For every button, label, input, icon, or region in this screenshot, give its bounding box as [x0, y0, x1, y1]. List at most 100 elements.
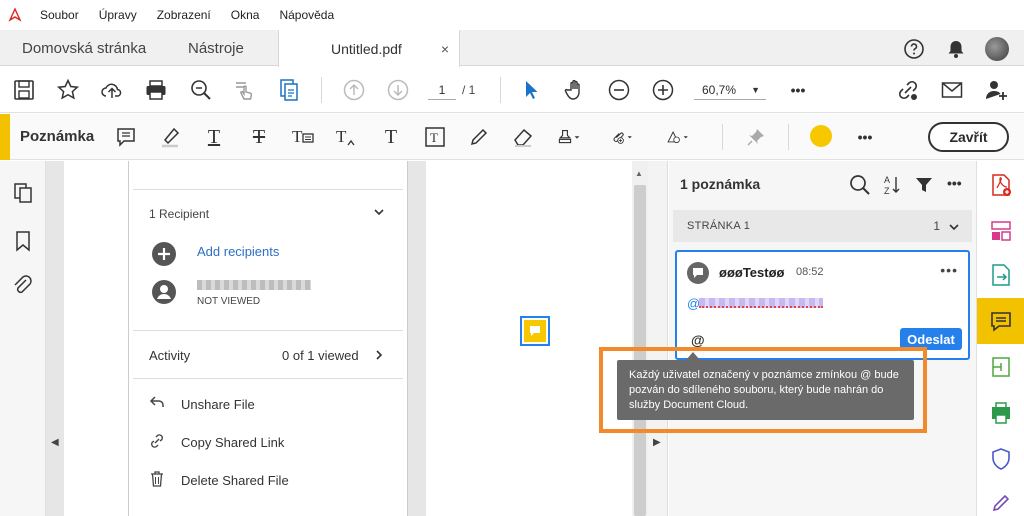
menu-view[interactable]: Zobrazení	[147, 8, 221, 22]
svg-text:A: A	[884, 175, 890, 185]
page-group-count: 1	[933, 219, 940, 233]
underline-text-icon[interactable]: T	[202, 125, 226, 149]
collapse-left-icon[interactable]: ◀	[51, 437, 59, 448]
comment-card[interactable]: øøøTestøø 08:52 ••• @ @ Odeslat	[675, 250, 970, 360]
chevron-down-icon: ▼	[751, 85, 760, 95]
tab-close-icon[interactable]: ×	[441, 41, 449, 57]
activity-chevron-icon[interactable]	[373, 348, 385, 366]
print-production-icon[interactable]	[989, 401, 1013, 425]
tab-tools[interactable]: Nástroje	[188, 30, 244, 66]
trash-icon	[150, 471, 164, 492]
tab-bar: Domovská stránka Nástroje Untitled.pdf ×	[0, 30, 1024, 67]
more-tools-icon[interactable]: •••	[786, 78, 810, 102]
add-text-icon[interactable]: T	[379, 125, 403, 149]
zoom-out-icon[interactable]	[607, 78, 631, 102]
page-group-chevron-icon[interactable]	[948, 220, 960, 238]
touch-mode-icon[interactable]	[233, 78, 257, 102]
fill-sign-icon[interactable]	[989, 491, 1013, 515]
save-icon[interactable]	[12, 78, 36, 102]
zoom-select[interactable]: 60,7% ▼	[694, 80, 766, 100]
page-group-label: STRÁNKA 1	[687, 220, 751, 232]
close-comment-button[interactable]: Zavřít	[928, 122, 1009, 152]
add-user-icon[interactable]	[984, 78, 1008, 102]
menu-edit[interactable]: Úpravy	[89, 8, 147, 22]
create-pdf-icon[interactable]	[277, 78, 301, 102]
create-pdf-tool-icon[interactable]	[989, 173, 1013, 197]
color-picker-icon[interactable]	[810, 125, 832, 147]
organize-pages-icon[interactable]	[989, 219, 1013, 243]
activity-value[interactable]: 0 of 1 viewed	[282, 348, 359, 363]
insert-text-icon[interactable]: T	[335, 125, 359, 149]
strikethrough-text-icon[interactable]: T	[247, 125, 271, 149]
svg-text:T: T	[336, 127, 347, 146]
more-comment-tools-icon[interactable]: •••	[853, 125, 877, 149]
attach-icon[interactable]	[610, 125, 634, 149]
page-number-input[interactable]: 1	[428, 80, 456, 100]
comment-note-icon	[524, 320, 546, 342]
add-recipients-link[interactable]: Add recipients	[197, 244, 279, 259]
menu-file[interactable]: Soubor	[30, 8, 89, 22]
recipients-chevron-icon[interactable]	[373, 205, 385, 223]
comment-tool-icon[interactable]	[989, 309, 1013, 333]
comment-type-icon	[687, 262, 709, 284]
search-icon[interactable]	[849, 174, 871, 201]
export-pdf-icon[interactable]	[989, 263, 1013, 287]
comments-panel: 1 poznámka AZ ••• STRÁNKA 1 1 øøøTestøø …	[669, 161, 976, 516]
replace-text-icon[interactable]: T	[291, 125, 315, 149]
reply-at-input[interactable]: @	[691, 332, 705, 348]
comment-more-icon[interactable]: •••	[940, 262, 958, 278]
callout-highlight	[599, 347, 927, 433]
find-text-icon[interactable]	[189, 78, 213, 102]
star-icon[interactable]	[56, 78, 80, 102]
recipients-header: 1 Recipient	[149, 207, 210, 221]
zoom-in-icon[interactable]	[651, 78, 675, 102]
email-icon[interactable]	[940, 78, 964, 102]
sticky-note-icon[interactable]	[114, 125, 138, 149]
pencil-icon[interactable]	[467, 125, 491, 149]
delete-shared-file-button[interactable]: Delete Shared File	[181, 473, 289, 488]
page-thumbnails-icon[interactable]	[11, 181, 35, 205]
print-icon[interactable]	[144, 78, 168, 102]
edit-pdf-icon[interactable]	[989, 355, 1013, 379]
text-box-icon[interactable]: T	[423, 125, 447, 149]
stamp-icon[interactable]	[557, 125, 581, 149]
attachments-icon[interactable]	[11, 274, 35, 298]
protect-icon[interactable]	[989, 447, 1013, 471]
next-page-icon[interactable]	[386, 78, 410, 102]
zoom-value: 60,7%	[702, 83, 737, 97]
comment-toolbar-title: Poznámka	[20, 128, 95, 145]
cloud-upload-icon[interactable]	[100, 78, 124, 102]
menu-window[interactable]: Okna	[221, 8, 270, 22]
filter-icon[interactable]	[914, 175, 934, 200]
tab-home[interactable]: Domovská stránka	[22, 30, 146, 66]
help-icon[interactable]	[902, 37, 926, 61]
sort-icon[interactable]: AZ	[882, 174, 902, 201]
eraser-icon[interactable]	[511, 125, 535, 149]
pin-icon[interactable]	[744, 125, 768, 149]
page-group-header[interactable]: STRÁNKA 1 1	[673, 210, 972, 242]
comments-more-icon[interactable]: •••	[947, 175, 962, 191]
main-toolbar: 1 / 1 60,7% ▼ •••	[0, 67, 1024, 113]
bookmark-icon[interactable]	[11, 229, 35, 253]
page-comment-marker[interactable]	[520, 316, 550, 346]
hand-tool-icon[interactable]	[563, 78, 587, 102]
tab-document[interactable]: Untitled.pdf ×	[278, 30, 460, 67]
avatar[interactable]	[985, 37, 1009, 61]
menu-help[interactable]: Nápověda	[269, 8, 344, 22]
previous-page-icon[interactable]	[342, 78, 366, 102]
collapse-right-icon[interactable]: ▶	[653, 437, 661, 448]
vertical-scrollbar[interactable]: ▲	[632, 161, 648, 516]
comment-toolbar: Poznámka T T T T T T ••• Zavřít	[0, 114, 1024, 160]
bell-icon[interactable]	[944, 37, 968, 61]
activity-label: Activity	[149, 348, 191, 363]
share-link-icon[interactable]	[896, 78, 920, 102]
copy-shared-link-button[interactable]: Copy Shared Link	[181, 435, 284, 450]
add-recipient-icon[interactable]	[151, 241, 177, 272]
recipient-avatar-icon	[151, 279, 177, 310]
select-cursor-icon[interactable]	[519, 78, 543, 102]
svg-text:T: T	[430, 130, 438, 145]
scroll-up-icon[interactable]: ▲	[635, 169, 643, 178]
unshare-file-button[interactable]: Unshare File	[181, 397, 255, 412]
shapes-icon[interactable]	[666, 125, 690, 149]
highlight-icon[interactable]	[158, 125, 182, 149]
